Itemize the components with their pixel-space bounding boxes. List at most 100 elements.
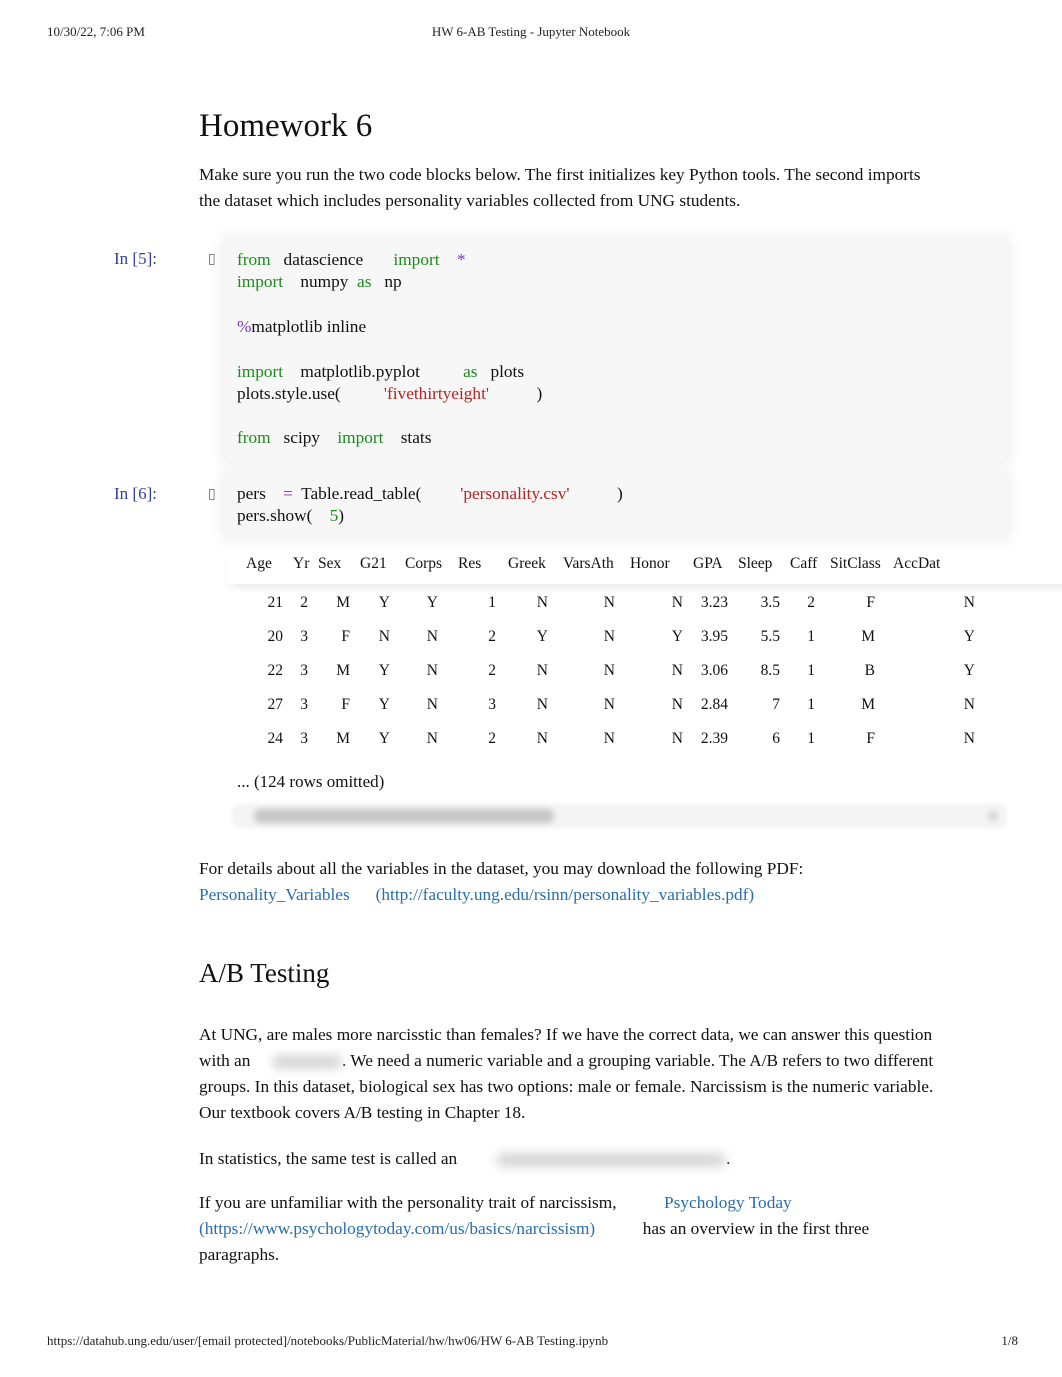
table-cell: 27 xyxy=(267,696,284,713)
table-cell: 1 xyxy=(488,594,496,611)
code-keyword: import xyxy=(237,272,284,292)
output-table: Age Yr Sex G21 Corps Res Greek VarsAth Honor GPA S… xyxy=(237,552,975,756)
ab-p2-text-2: . xyxy=(726,1149,731,1168)
ab-p3-text: If you are unfamiliar with the personali… xyxy=(199,1193,617,1212)
code-text: numpy xyxy=(283,272,358,292)
code-text: matplotlib inline xyxy=(251,316,367,336)
column-header: VarsAth xyxy=(563,555,614,572)
table-cell: Y xyxy=(378,696,390,713)
column-header: Honor xyxy=(630,555,670,572)
table-cell: 1 xyxy=(807,696,815,713)
table-row: 21 2 M Y Y 1 N N N 3.23 3.5 2 F N xyxy=(237,576,976,620)
personality-variables-url[interactable]: (http://faculty.ung.edu/rsinn/personalit… xyxy=(376,885,755,904)
code-line: import matplotlib.pyplot as plots xyxy=(237,361,524,383)
table-row: 20 3 F N N 2 Y N Y 3.95 5.5 1 M Y xyxy=(237,620,976,654)
horizontal-scrollbar[interactable] xyxy=(232,804,1007,828)
table-cell: N xyxy=(536,696,548,713)
table-cell: N xyxy=(671,730,683,747)
table-cell: Y xyxy=(671,628,683,645)
table-cell: N xyxy=(671,594,683,611)
code-keyword: from xyxy=(237,250,271,269)
table-cell: 1 xyxy=(807,662,815,679)
code-text: ) xyxy=(338,506,345,526)
table-cell: 2 xyxy=(488,662,496,679)
code-text: plots.style.use( xyxy=(237,383,384,403)
table-cell: F xyxy=(866,730,875,747)
column-header: G21 xyxy=(360,555,387,572)
code-token: * xyxy=(456,250,466,269)
table-cell: N xyxy=(963,730,975,747)
table-cell: Y xyxy=(963,662,975,679)
table-cell: 3.95 xyxy=(700,628,728,645)
code-line: %matplotlib inline xyxy=(237,316,366,338)
code-string: 'fivethirtyeight' xyxy=(383,383,489,403)
code-line: pers = Table.read_table( 'personality.cs… xyxy=(237,483,623,505)
table-cell: N xyxy=(963,594,975,611)
column-header: GPA xyxy=(693,555,723,572)
rows-omitted-note: ... (124 rows omitted) xyxy=(237,772,385,791)
personality-variables-link[interactable]: Personality_Variables xyxy=(199,885,350,904)
table-cell: N xyxy=(426,662,438,679)
column-header: Sleep xyxy=(738,555,773,572)
code-keyword: import xyxy=(337,428,384,448)
table-cell: N xyxy=(603,662,615,679)
table-cell: N xyxy=(536,662,548,679)
code-line: import numpy as np xyxy=(237,271,402,293)
section-heading-ab-testing: A/B Testing xyxy=(199,958,330,988)
column-header: Corps xyxy=(405,555,443,572)
code-cell-load-data[interactable]: pers = Table.read_table( 'personality.cs… xyxy=(226,476,1006,536)
redacted-answer xyxy=(496,1153,727,1168)
table-cell: 2.84 xyxy=(700,696,728,713)
psychology-today-link[interactable]: Psychology Today xyxy=(664,1193,792,1212)
scroll-right-arrow-icon[interactable] xyxy=(987,810,999,822)
code-text: matplotlib.pyplot xyxy=(283,361,464,381)
table-cell: Y xyxy=(378,594,390,611)
table-cell: 3.5 xyxy=(760,594,780,611)
code-keyword: import xyxy=(393,250,440,269)
code-text: pers.show( xyxy=(237,506,330,526)
column-header: Res xyxy=(458,555,482,572)
table-row: 27 3 F Y N 3 N N N 2.84 7 1 M N xyxy=(237,688,976,722)
code-text: Table.read_table( xyxy=(292,484,461,503)
column-header: AccDat xyxy=(893,555,941,572)
print-footer: https://datahub.ung.edu/user/[email prot… xyxy=(0,1333,1062,1351)
table-cell: F xyxy=(341,628,350,645)
code-cell-imports[interactable]: from datascience import * import numpy as… xyxy=(226,240,1006,462)
table-cell: Y xyxy=(426,594,438,611)
data-table: Age Yr Sex G21 Corps Res Greek VarsAth Honor GPA S… xyxy=(237,552,975,756)
table-cell: 3 xyxy=(300,628,308,645)
table-cell: N xyxy=(536,730,548,747)
print-title: HW 6-AB Testing - Jupyter Notebook xyxy=(431,24,631,39)
table-cell: 8.5 xyxy=(760,662,780,679)
table-cell: 20 xyxy=(267,628,284,645)
table-cell: N xyxy=(671,696,683,713)
table-cell: 1 xyxy=(807,628,815,645)
cell-prompt: In [6]: xyxy=(114,484,157,503)
table-cell: Y xyxy=(963,628,975,645)
column-header: Age xyxy=(246,555,272,572)
print-header: 10/30/22, 7:06 PM HW 6-AB Testing - Jupy… xyxy=(0,24,1062,42)
redacted-answer xyxy=(271,1055,342,1070)
table-cell: B xyxy=(864,662,875,679)
table-cell: Y xyxy=(378,662,390,679)
psychology-today-url[interactable]: (https://www.psychologytoday.com/us/basi… xyxy=(199,1219,595,1238)
table-cell: 2 xyxy=(488,628,496,645)
table-cell: F xyxy=(866,594,875,611)
table-cell: 24 xyxy=(267,730,284,747)
table-cell: 2 xyxy=(300,594,308,611)
code-keyword: as xyxy=(357,272,372,292)
table-cell: 2 xyxy=(488,730,496,747)
code-line: pers.show( 5) xyxy=(237,505,344,527)
table-cell: M xyxy=(336,594,350,611)
table-header-row: Age Yr Sex G21 Corps Res Greek VarsAth Honor GPA S… xyxy=(237,552,975,576)
scrollbar-thumb[interactable] xyxy=(254,809,554,823)
table-cell: N xyxy=(426,696,438,713)
collapse-arrow-icon[interactable]: ▯ xyxy=(208,251,216,267)
table-cell: N xyxy=(603,730,615,747)
collapse-arrow-icon[interactable]: ▯ xyxy=(208,486,216,502)
table-cell: 3 xyxy=(488,696,496,713)
table-cell: 5.5 xyxy=(760,628,780,645)
column-header: Yr xyxy=(293,555,310,572)
table-cell: N xyxy=(603,594,615,611)
